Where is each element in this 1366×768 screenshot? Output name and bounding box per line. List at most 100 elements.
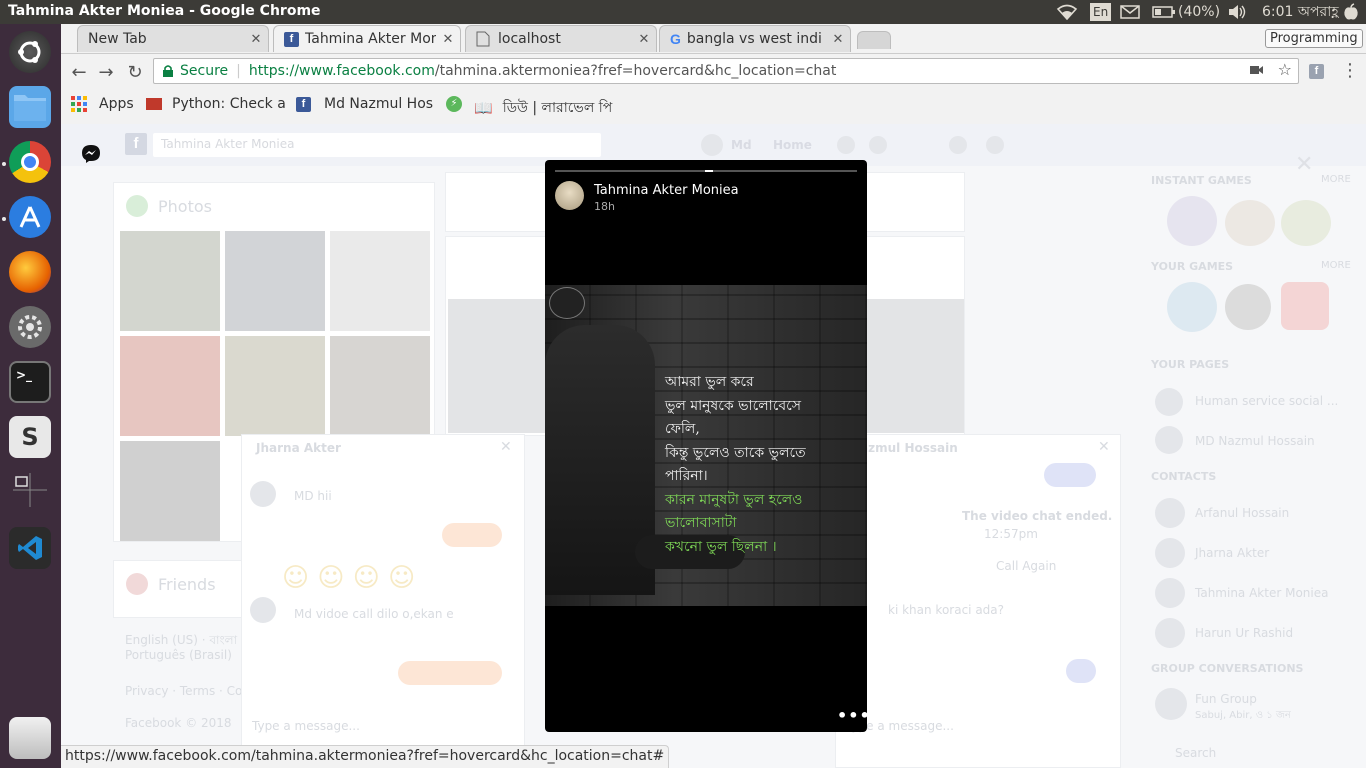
nav-home[interactable]: Home (773, 138, 812, 152)
messenger-icon[interactable] (81, 144, 101, 168)
notifications-icon[interactable] (949, 136, 967, 154)
game-thumb[interactable] (1167, 196, 1217, 246)
avatar (1155, 538, 1185, 568)
photo-thumb[interactable] (225, 231, 325, 331)
language-link-portuguese[interactable]: Português (Brasil) (125, 648, 232, 662)
camera-blocked-icon[interactable] (1250, 64, 1264, 80)
close-overlay-icon[interactable]: ✕ (1295, 152, 1313, 177)
mail-icon[interactable] (1120, 2, 1140, 22)
close-icon[interactable]: ✕ (826, 32, 850, 47)
clock[interactable]: 6:01 অপরাহ্ণ (1262, 2, 1339, 22)
friends-title[interactable]: Friends (158, 575, 216, 594)
address-bar[interactable]: Secure | https://www.facebook.com /tahmi… (153, 58, 1299, 84)
new-tab-button[interactable] (857, 31, 891, 49)
group-name[interactable]: Fun Group (1195, 692, 1257, 706)
game-thumb[interactable] (1281, 282, 1329, 330)
vscode-icon[interactable] (9, 527, 51, 569)
chat-title[interactable]: Jharna Akter (256, 441, 341, 455)
story-quote-line: পারিনা। (665, 468, 708, 484)
game-thumb[interactable] (1225, 284, 1271, 330)
story-author-avatar[interactable] (555, 181, 584, 210)
chrome-menu-icon[interactable]: ⋮ (1341, 60, 1359, 81)
back-button[interactable]: ← (66, 59, 92, 85)
profile-button[interactable]: Programming (1265, 29, 1363, 48)
bookmark-python[interactable]: Python: Check a (146, 96, 286, 112)
slack-icon[interactable]: S (9, 416, 51, 458)
bookmark-green[interactable]: ⚡ (446, 96, 462, 112)
right-sidebar: INSTANT GAMES MORE YOUR GAMES MORE YOUR … (1131, 124, 1366, 768)
wifi-icon[interactable] (1056, 2, 1078, 22)
window-title: Tahmina Akter Moniea - Google Chrome (8, 3, 321, 19)
chat-bubble-sent (1044, 463, 1096, 487)
facebook-search-input[interactable]: Tahmina Akter Moniea (153, 133, 601, 157)
friend-requests-icon[interactable] (837, 136, 855, 154)
game-thumb[interactable] (1225, 200, 1275, 246)
chat-input[interactable]: Type a message... (252, 719, 360, 733)
language-indicator[interactable]: En (1090, 3, 1112, 21)
photos-title[interactable]: Photos (158, 197, 212, 216)
trash-icon[interactable] (9, 717, 51, 759)
bookmark-star-icon[interactable]: ☆ (1278, 60, 1292, 79)
photo-thumb[interactable] (120, 336, 220, 436)
quick-help-icon[interactable] (986, 136, 1004, 154)
story-more-options-icon[interactable]: ••• (837, 706, 867, 725)
story-viewer[interactable]: Tahmina Akter Moniea 18h আমরা ভুল করে ভুল… (545, 160, 867, 732)
firefox-icon[interactable] (9, 251, 51, 293)
system-settings-icon[interactable] (9, 306, 51, 348)
page-link[interactable]: Human service social ... (1195, 394, 1338, 408)
battery-icon[interactable] (1152, 2, 1176, 22)
forward-button[interactable]: → (93, 59, 119, 85)
tab-new-tab[interactable]: New Tab ✕ (77, 25, 269, 52)
facebook-extension-icon[interactable]: f (1309, 63, 1330, 79)
close-icon[interactable]: ✕ (244, 32, 268, 47)
more-link[interactable]: MORE (1321, 260, 1351, 271)
game-thumb[interactable] (1167, 282, 1217, 332)
chat-message: ki khan koraci ada? (888, 603, 1005, 617)
bookmark-md-nazmul[interactable]: f Md Nazmul Hos (296, 96, 433, 112)
instant-games-title: INSTANT GAMES (1151, 174, 1252, 187)
close-icon[interactable]: ✕ (500, 439, 512, 455)
more-link[interactable]: MORE (1321, 174, 1351, 185)
terminal-icon[interactable]: >_ (9, 361, 51, 403)
story-author-name[interactable]: Tahmina Akter Moniea (594, 183, 739, 198)
copyright: Facebook © 2018 (125, 716, 232, 730)
tab-google-search[interactable]: G bangla vs west indi ✕ (659, 25, 851, 52)
chat-search-input[interactable]: Search (1175, 746, 1216, 760)
contact-name[interactable]: Harun Ur Rashid (1195, 626, 1293, 640)
photo-thumb[interactable] (120, 231, 220, 331)
files-icon[interactable] (9, 86, 51, 128)
photo-thumb[interactable] (120, 441, 220, 541)
volume-icon[interactable] (1227, 2, 1247, 22)
story-quote-line: আমরা ভুল করে (665, 374, 754, 390)
contacts-title: CONTACTS (1151, 470, 1217, 483)
watermark-badge (549, 287, 585, 319)
chrome-icon[interactable] (9, 141, 51, 183)
game-thumb[interactable] (1281, 200, 1331, 246)
facebook-logo[interactable]: f (125, 133, 153, 155)
photo-thumb[interactable] (225, 336, 325, 436)
video-chat-ended: The video chat ended. (962, 509, 1113, 523)
workspace-switcher-icon[interactable] (9, 469, 51, 511)
call-again-button[interactable]: Call Again (996, 559, 1056, 573)
ubuntu-dash-icon[interactable] (9, 31, 51, 73)
chrome-window: New Tab ✕ f Tahmina Akter Mon ✕ localhost ✕ … (61, 24, 1366, 124)
close-icon[interactable]: ✕ (436, 32, 460, 47)
tab-localhost[interactable]: localhost ✕ (465, 25, 657, 52)
contact-name[interactable]: Jharna Akter (1195, 546, 1269, 560)
tab-facebook[interactable]: f Tahmina Akter Mon ✕ (273, 25, 461, 52)
lock-icon (163, 65, 173, 77)
close-icon[interactable]: ✕ (632, 32, 656, 47)
reload-button[interactable]: ↻ (122, 59, 148, 85)
software-center-icon[interactable] (9, 196, 51, 238)
photo-thumb[interactable] (330, 231, 430, 331)
messages-icon[interactable] (869, 136, 887, 154)
photo-thumb[interactable] (330, 336, 430, 436)
contact-name[interactable]: Arfanul Hossain (1195, 506, 1289, 520)
system-menu-icon[interactable] (1343, 2, 1359, 22)
bookmark-apps[interactable]: Apps (71, 96, 134, 112)
close-icon[interactable]: ✕ (1098, 439, 1110, 455)
page-link[interactable]: MD Nazmul Hossain (1195, 434, 1315, 448)
bookmark-laravel[interactable]: 📖 ডিউ | লারাভেল পি (474, 96, 612, 120)
nav-profile-name[interactable]: Md (731, 138, 752, 152)
contact-name[interactable]: Tahmina Akter Moniea (1195, 586, 1328, 600)
